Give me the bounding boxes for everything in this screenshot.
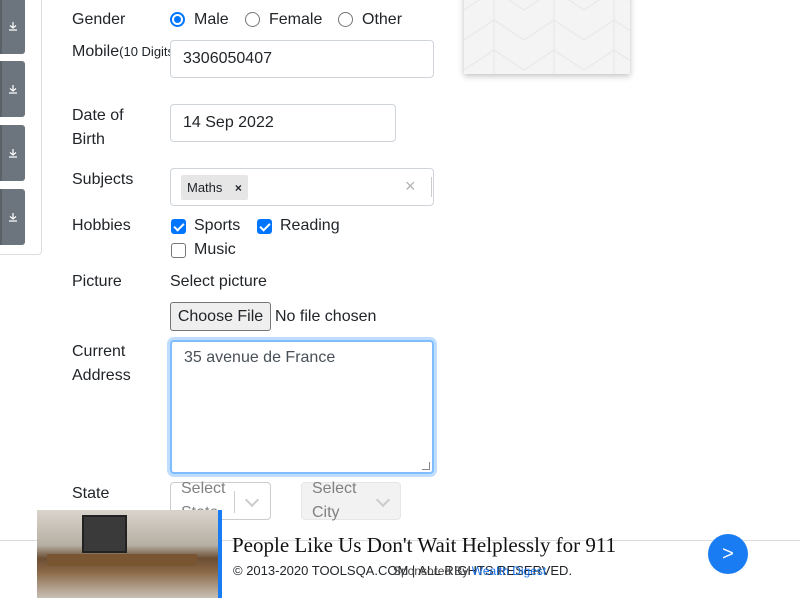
- download-icon: [8, 213, 17, 222]
- picture-label: Picture: [72, 273, 122, 290]
- hobbies-label: Hobbies: [72, 217, 131, 234]
- gender-female-radio[interactable]: [245, 12, 260, 27]
- dob-label: Date of Birth: [72, 104, 124, 152]
- subjects-label: Subjects: [72, 171, 134, 188]
- ad-photo-frame: [82, 515, 127, 553]
- sidebar-download-button-1[interactable]: [0, 0, 25, 54]
- hobby-sports-label[interactable]: Sports: [194, 214, 240, 238]
- state-label: State: [72, 485, 110, 502]
- hobby-music-label[interactable]: Music: [194, 238, 236, 262]
- chevron-down-icon: [375, 492, 391, 508]
- address-label-line1: Current: [72, 343, 126, 360]
- state-select-separator: [234, 491, 235, 513]
- hobby-reading-checkbox[interactable]: [257, 219, 272, 234]
- subject-chip-label: Maths: [187, 180, 223, 195]
- subjects-input[interactable]: Maths × ×: [170, 168, 434, 206]
- chevron-down-icon: [244, 492, 260, 508]
- remove-chip-icon[interactable]: ×: [228, 175, 248, 200]
- mobile-label: Mobile(10 Digits): [72, 40, 178, 64]
- ad-sponsored-by: Sponsored By: [393, 564, 469, 578]
- sidebar-download-button-4[interactable]: [0, 189, 25, 245]
- gender-other-radio[interactable]: [338, 12, 353, 27]
- dob-input[interactable]: 14 Sep 2022: [170, 104, 396, 142]
- sidebar-download-button-2[interactable]: [0, 61, 25, 117]
- ad-shelf: [47, 554, 197, 566]
- gender-female-label[interactable]: Female: [269, 8, 322, 32]
- dob-label-line2: Birth: [72, 131, 105, 148]
- download-icon: [8, 149, 17, 158]
- resize-handle[interactable]: [422, 462, 430, 470]
- sidebar-download-button-3[interactable]: [0, 125, 25, 181]
- geometric-pattern: [464, 0, 630, 74]
- gender-label: Gender: [72, 11, 126, 28]
- clear-icon[interactable]: ×: [405, 176, 416, 197]
- ad-sponsor-link[interactable]: Wealth Digest: [472, 564, 546, 578]
- picture-prompt: Select picture: [170, 273, 267, 290]
- mobile-label-text: Mobile: [72, 43, 120, 60]
- address-value: 35 avenue de France: [184, 349, 336, 366]
- subjects-separator: [431, 177, 432, 197]
- ad-sponsor-line: Sponsored By Wealth Digest: [393, 564, 546, 578]
- ad-next-button[interactable]: >: [708, 534, 748, 574]
- gender-male-radio[interactable]: [170, 12, 185, 27]
- address-label: Current Address: [72, 340, 131, 388]
- bottom-ad-image[interactable]: [37, 510, 222, 598]
- ad-headline[interactable]: People Like Us Don't Wait Helplessly for…: [232, 533, 616, 558]
- choose-file-button[interactable]: Choose File: [170, 302, 271, 331]
- hobby-sports-checkbox[interactable]: [171, 219, 186, 234]
- address-label-line2: Address: [72, 367, 131, 384]
- city-select[interactable]: Select City: [301, 480, 401, 521]
- download-icon: [8, 85, 17, 94]
- download-icon: [8, 22, 17, 31]
- gender-male-label[interactable]: Male: [194, 8, 229, 32]
- address-textarea[interactable]: 35 avenue de France: [170, 340, 434, 474]
- gender-other-label[interactable]: Other: [362, 8, 402, 32]
- hobby-reading-label[interactable]: Reading: [280, 214, 340, 238]
- city-placeholder: Select City: [312, 480, 357, 521]
- mobile-input[interactable]: 3306050407: [170, 40, 434, 78]
- dob-label-line1: Date of: [72, 107, 124, 124]
- side-ad-image[interactable]: [464, 0, 630, 74]
- subject-chip: Maths ×: [181, 175, 249, 200]
- hobby-music-checkbox[interactable]: [171, 243, 186, 258]
- file-status: No file chosen: [275, 308, 377, 325]
